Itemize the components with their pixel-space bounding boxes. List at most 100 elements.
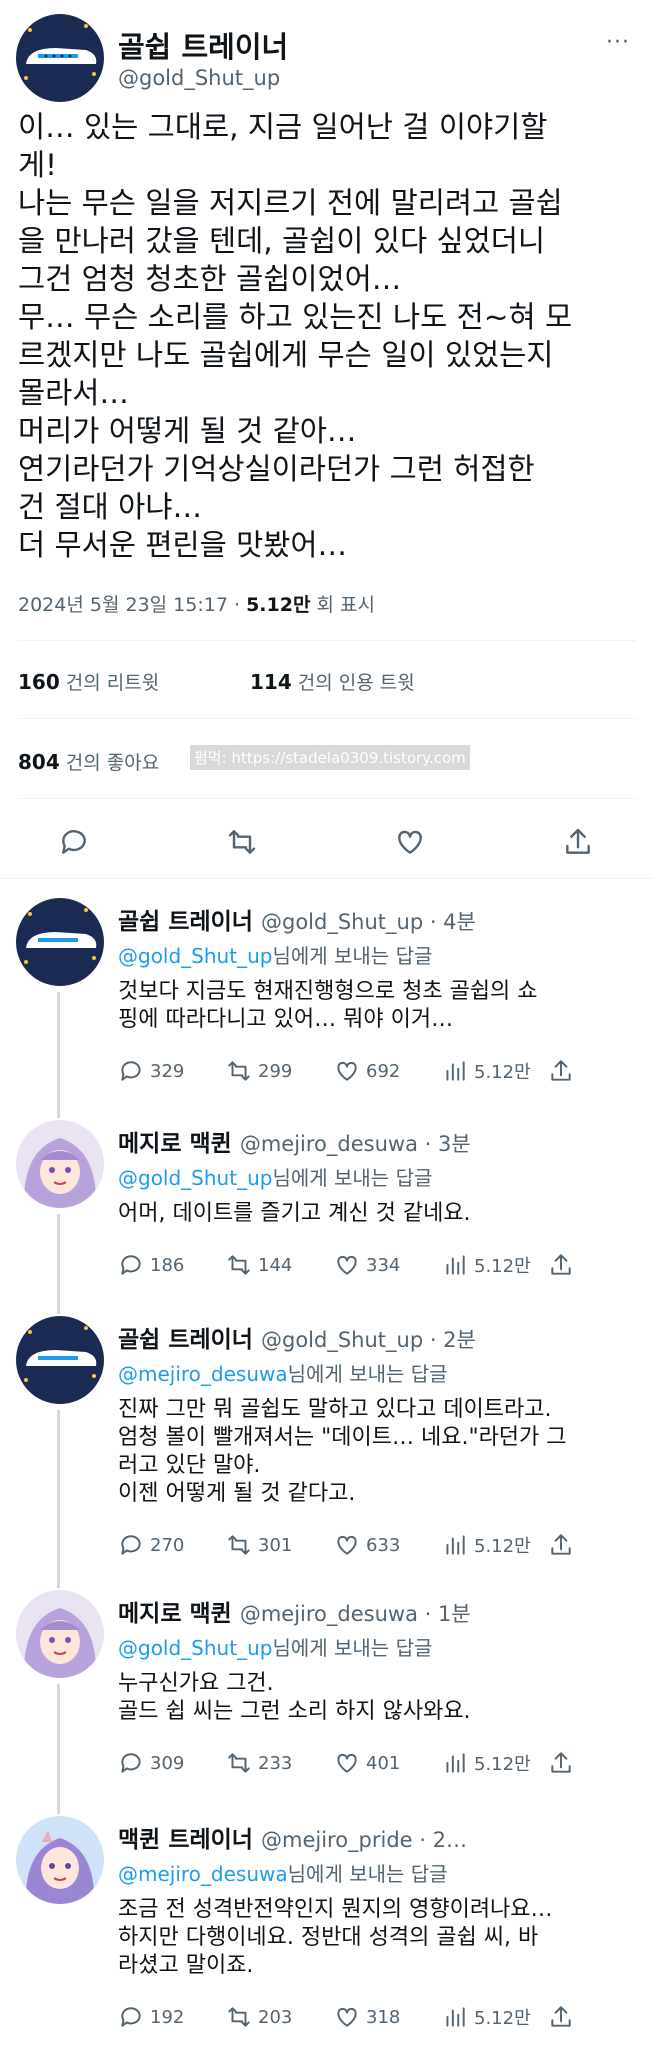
views-count: 5.12만 — [474, 2008, 531, 2029]
like-count: 401 — [366, 1752, 401, 1774]
share-icon — [551, 1254, 571, 1275]
retweet-button[interactable]: 299 — [226, 1058, 292, 1084]
share-button[interactable] — [548, 1252, 580, 1278]
reply-text: 조금 전 성격반전약인지 뭔지의 영향이려나요… 하지만 다행이네요. 정반대 … — [118, 1897, 553, 1978]
like-button[interactable]: 318 — [334, 2004, 400, 2030]
quote-count: 114 — [250, 670, 292, 694]
retweet-button[interactable]: 301 — [226, 1532, 292, 1558]
share-button[interactable] — [548, 1532, 580, 1558]
reply-action-bar: 192 203 318 5.12만 — [118, 2004, 578, 2034]
retweet-button[interactable]: 203 — [226, 2004, 292, 2030]
like-button[interactable]: 401 — [334, 1750, 400, 1776]
like-icon — [337, 1753, 357, 1773]
author-name[interactable]: 골쉽 트레이너 — [118, 24, 288, 66]
reply-author-name: 골쉽 트레이너 — [118, 909, 253, 935]
train-avatar[interactable] — [16, 898, 104, 986]
meta-separator: · — [227, 594, 247, 616]
reply-count: 192 — [150, 2006, 185, 2028]
like-button[interactable]: 334 — [334, 1252, 400, 1278]
reply-action-bar: 270 301 633 5.12만 — [118, 1532, 578, 1562]
quote-stat[interactable]: 114 건의 인용 트윗 — [250, 668, 415, 695]
tweet-text: 이… 있는 그대로, 지금 일어난 걸 이야기할 게! 나는 무슨 일을 저지르… — [18, 110, 573, 562]
views-count: 5.12만 — [474, 1256, 531, 1277]
share-icon — [551, 1752, 571, 1773]
reply-author[interactable]: 맥퀸 트레이너 @mejiro_pride · 2… — [118, 1820, 467, 1854]
retweet-label: 건의 리트윗 — [59, 672, 160, 694]
reply-to-label: 님에게 보내는 답글 — [272, 1636, 433, 1660]
retweet-count: 160 — [18, 670, 60, 694]
share-icon — [551, 1534, 571, 1555]
reply-button[interactable]: 192 — [118, 2004, 184, 2030]
share-button[interactable] — [548, 1058, 580, 1084]
retweet-icon — [228, 1753, 250, 1773]
anime-avatar[interactable] — [16, 1816, 104, 1904]
reply-icon — [121, 1255, 141, 1275]
views-icon — [446, 1753, 465, 1773]
reply-to-handle[interactable]: @mejiro_desuwa — [118, 1862, 288, 1886]
reply-author[interactable]: 골쉽 트레이너 @gold_Shut_up · 2분 — [118, 1320, 476, 1354]
share-icon — [551, 1060, 571, 1081]
reply-to-handle[interactable]: @gold_Shut_up — [118, 1636, 272, 1660]
reply-to-handle[interactable]: @gold_Shut_up — [118, 1166, 272, 1190]
reply-icon — [121, 1753, 141, 1773]
thread-line — [57, 1214, 60, 1314]
views-button[interactable]: 5.12만 — [442, 1252, 531, 1278]
share-icon[interactable] — [562, 826, 594, 858]
retweet-count: 233 — [258, 1752, 293, 1774]
tweet-date[interactable]: 2024년 5월 23일 15:17 — [18, 594, 228, 616]
reply-button[interactable]: 329 — [118, 1058, 184, 1084]
reply-to-handle[interactable]: @gold_Shut_up — [118, 944, 272, 968]
share-button[interactable] — [548, 1750, 580, 1776]
reply-author-handle: @gold_Shut_up — [260, 1328, 424, 1352]
view-label: 회 표시 — [310, 594, 375, 616]
reply-text: 누구신가요 그건. 골드 쉽 씨는 그런 소리 하지 않사와요. — [118, 1671, 471, 1724]
retweet-button[interactable]: 144 — [226, 1252, 292, 1278]
reply-button[interactable]: 186 — [118, 1252, 184, 1278]
reply-author-handle: @mejiro_pride — [260, 1828, 413, 1852]
retweet-stat[interactable]: 160 건의 리트윗 — [18, 668, 159, 695]
like-stat[interactable]: 804 건의 좋아요 — [18, 748, 159, 775]
views-button[interactable]: 5.12만 — [442, 1532, 531, 1558]
share-button[interactable] — [548, 2004, 580, 2030]
views-button[interactable]: 5.12만 — [442, 2004, 531, 2030]
reply-icon — [121, 1061, 141, 1081]
reply-to-label: 님에게 보내는 답글 — [287, 1362, 448, 1386]
views-count: 5.12만 — [474, 1062, 531, 1083]
reply-to-label: 님에게 보내는 답글 — [287, 1862, 448, 1886]
author-handle[interactable]: @gold_Shut_up — [118, 66, 280, 90]
retweet-count: 144 — [258, 1254, 293, 1276]
like-button[interactable]: 692 — [334, 1058, 400, 1084]
like-button[interactable]: 633 — [334, 1532, 400, 1558]
reply-button[interactable]: 309 — [118, 1750, 184, 1776]
like-count: 633 — [366, 1534, 401, 1556]
anime-avatar[interactable] — [16, 1120, 104, 1208]
retweet-icon — [228, 1061, 250, 1081]
reply-time: · 4분 — [423, 910, 476, 934]
reply-author[interactable]: 메지로 맥퀸 @mejiro_desuwa · 1분 — [118, 1594, 471, 1628]
like-icon[interactable] — [394, 826, 426, 858]
views-icon — [446, 1255, 465, 1275]
reply-time: · 2분 — [423, 1328, 476, 1352]
retweet-count: 203 — [258, 2006, 293, 2028]
divider — [18, 798, 636, 799]
reply-author[interactable]: 골쉽 트레이너 @gold_Shut_up · 4분 — [118, 902, 476, 936]
like-icon — [337, 2007, 357, 2027]
train-avatar[interactable] — [16, 14, 104, 102]
views-icon — [446, 2007, 465, 2027]
retweet-button[interactable]: 233 — [226, 1750, 292, 1776]
reply-author[interactable]: 메지로 맥퀸 @mejiro_desuwa · 3분 — [118, 1124, 471, 1158]
views-button[interactable]: 5.12만 — [442, 1750, 531, 1776]
anime-avatar[interactable] — [16, 1590, 104, 1678]
retweet-icon[interactable] — [226, 826, 258, 858]
views-button[interactable]: 5.12만 — [442, 1058, 531, 1084]
reply-button[interactable]: 270 — [118, 1532, 184, 1558]
train-avatar[interactable] — [16, 1316, 104, 1404]
retweet-icon — [228, 1255, 250, 1275]
reply-icon — [121, 2007, 141, 2027]
reply-to-handle[interactable]: @mejiro_desuwa — [118, 1362, 288, 1386]
view-count: 5.12만 — [246, 594, 311, 616]
more-icon[interactable]: ··· — [606, 30, 630, 55]
reply-icon[interactable] — [58, 826, 90, 858]
views-icon — [446, 1061, 465, 1081]
reply-to-line: @gold_Shut_up님에게 보내는 답글 — [118, 1632, 432, 1661]
